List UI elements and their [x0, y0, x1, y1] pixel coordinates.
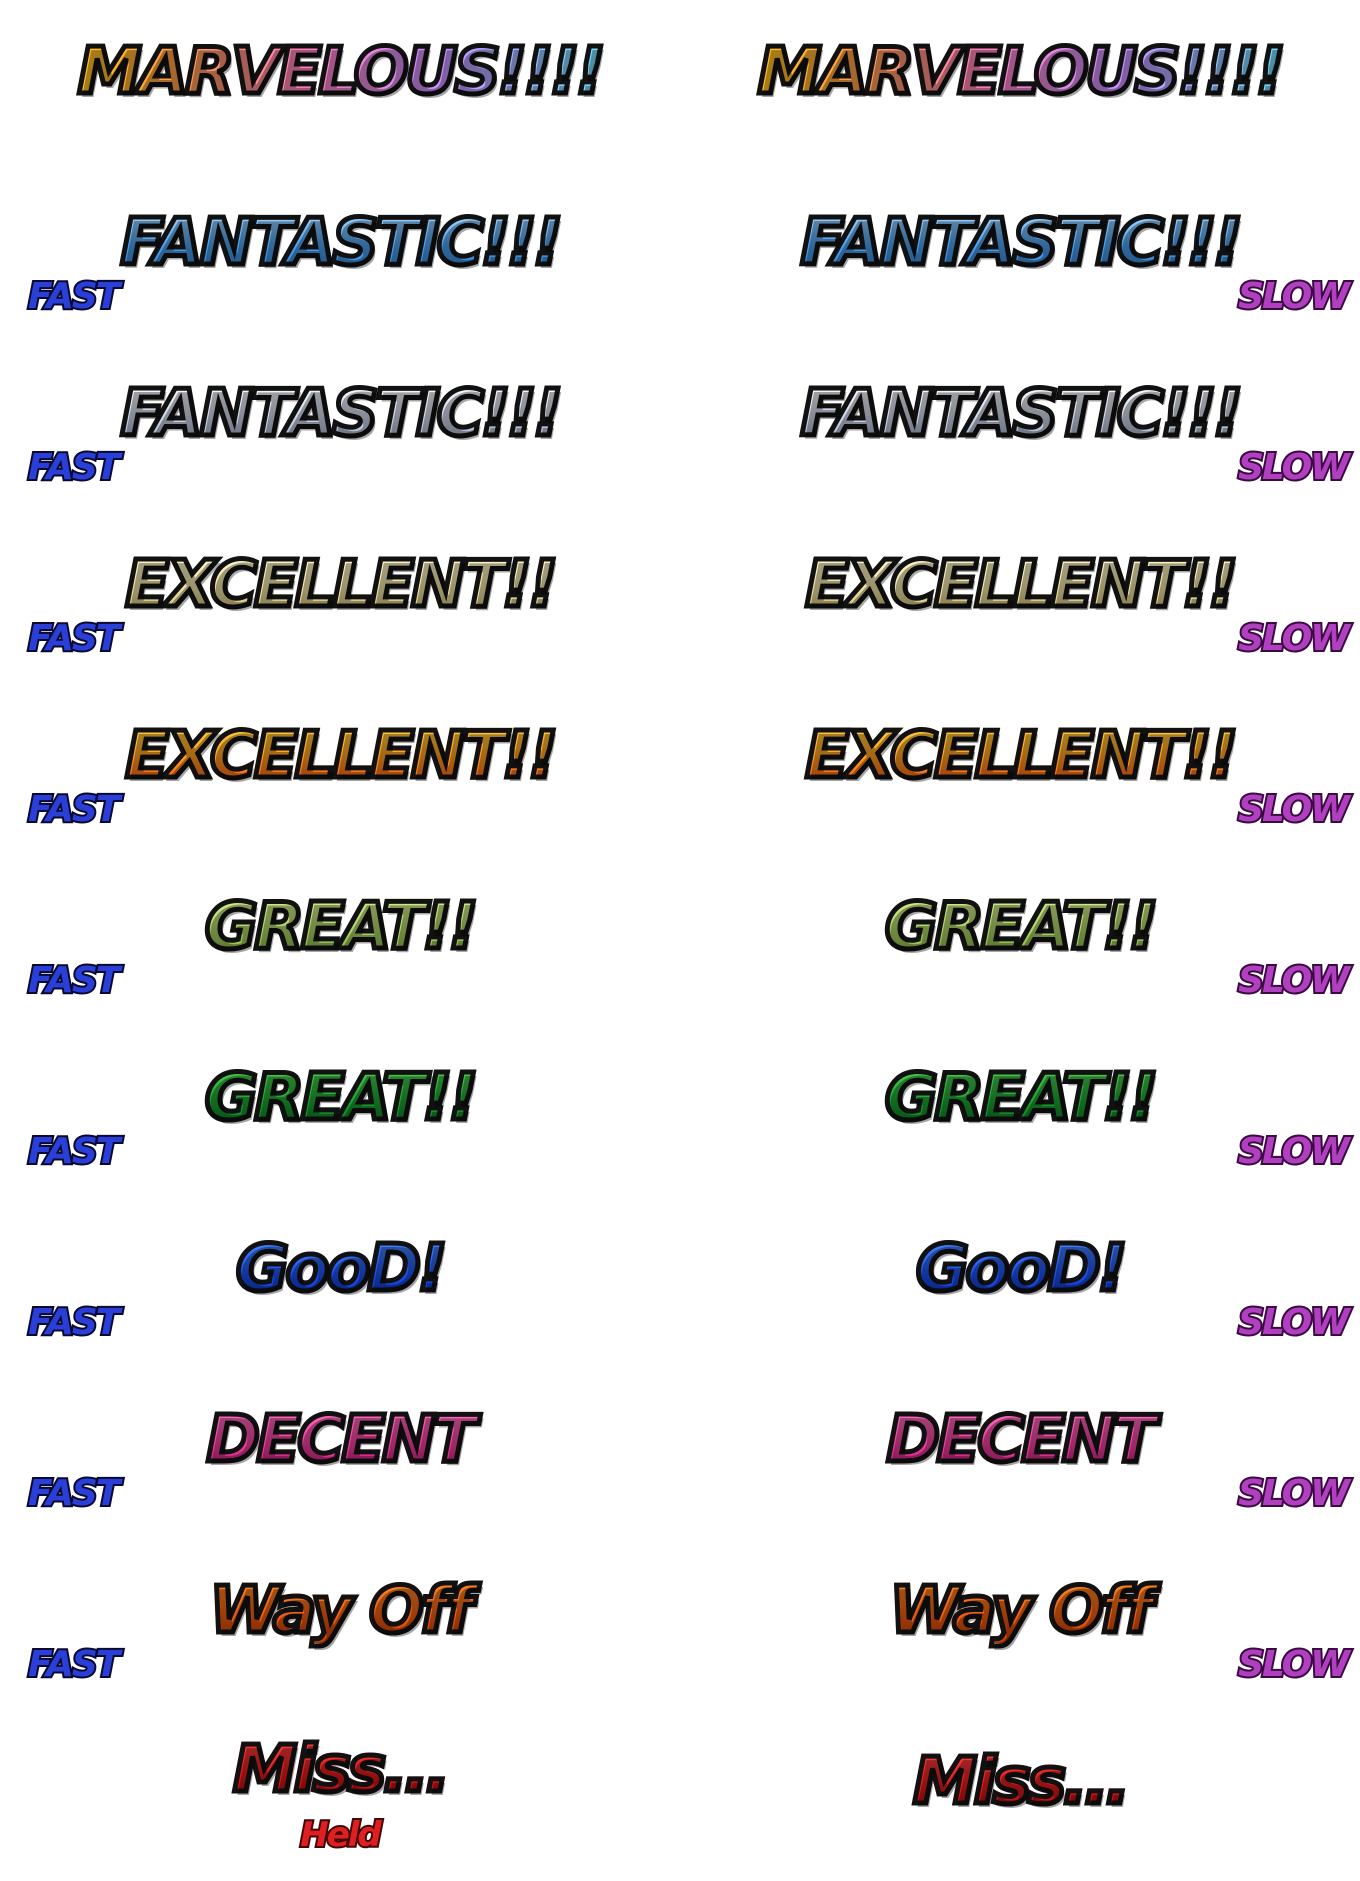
judgment-text: DECENT: [0, 1406, 680, 1475]
judgment-row-exc-pale: EXCELLENT!! SLOW: [680, 513, 1360, 684]
judgment-row-decent: DECENT SLOW: [680, 1368, 1360, 1539]
judgment-text: FANTASTIC!!!: [680, 209, 1360, 278]
fast-tag: FAST: [26, 1131, 122, 1172]
judgment-row-exc-gold: EXCELLENT!! SLOW: [680, 684, 1360, 855]
slow-tag: SLOW: [1236, 1302, 1352, 1343]
judgment-row-marv: MARVELOUS!!!!: [680, 0, 1360, 171]
slow-tag: SLOW: [1236, 1644, 1352, 1685]
fast-tag: FAST: [26, 447, 122, 488]
judgment-row-great-lime: GREAT!! SLOW: [680, 855, 1360, 1026]
judgment-row-good: GooD! FAST: [0, 1197, 680, 1368]
judgment-row-great-green: GREAT!! SLOW: [680, 1026, 1360, 1197]
judgment-row-wayoff: Way Off SLOW: [680, 1539, 1360, 1710]
judgment-column-fast: MARVELOUS!!!! FANTASTIC!!! FAST FANTASTIC!!…: [0, 0, 680, 1870]
judgment-text: Miss...: [680, 1748, 1360, 1817]
judgment-row-fant-blue: FANTASTIC!!! FAST: [0, 171, 680, 342]
judgment-text: Miss...: [0, 1736, 680, 1805]
judgment-text: FANTASTIC!!!: [680, 380, 1360, 449]
judgment-text: DECENT: [680, 1406, 1360, 1475]
slow-tag: SLOW: [1236, 1131, 1352, 1172]
judgment-column-slow: MARVELOUS!!!! FANTASTIC!!! SLOW FANTASTIC!!…: [680, 0, 1360, 1870]
judgment-text: FANTASTIC!!!: [0, 380, 680, 449]
fast-tag: FAST: [26, 1644, 122, 1685]
judgment-row-marv: MARVELOUS!!!!: [0, 0, 680, 171]
fast-tag: FAST: [26, 1302, 122, 1343]
judgment-row-miss: Miss...: [680, 1710, 1360, 1881]
judgment-text: MARVELOUS!!!!: [0, 38, 680, 107]
judgment-text: MARVELOUS!!!!: [680, 38, 1360, 107]
held-tag: Held: [298, 1815, 384, 1855]
judgment-row-exc-gold: EXCELLENT!! FAST: [0, 684, 680, 855]
fast-tag: FAST: [26, 618, 122, 659]
fast-tag: FAST: [26, 960, 122, 1001]
judgment-text: GREAT!!: [0, 893, 680, 962]
slow-tag: SLOW: [1236, 447, 1352, 488]
judgment-text: GREAT!!: [0, 1064, 680, 1133]
judgment-text: GREAT!!: [680, 893, 1360, 962]
slow-tag: SLOW: [1236, 789, 1352, 830]
slow-tag: SLOW: [1236, 276, 1352, 317]
judgment-text: EXCELLENT!!: [680, 722, 1360, 791]
judgment-text: Way Off: [680, 1577, 1360, 1646]
judgment-row-great-lime: GREAT!! FAST: [0, 855, 680, 1026]
judgment-row-good: GooD! SLOW: [680, 1197, 1360, 1368]
judgment-text: Way Off: [0, 1577, 680, 1646]
judgment-row-wayoff: Way Off FAST: [0, 1539, 680, 1710]
judgment-row-fant-blue: FANTASTIC!!! SLOW: [680, 171, 1360, 342]
judgment-text: EXCELLENT!!: [680, 551, 1360, 620]
judgment-text: GREAT!!: [680, 1064, 1360, 1133]
fast-tag: FAST: [26, 1473, 122, 1514]
judgment-text: GooD!: [680, 1235, 1360, 1304]
judgment-text: EXCELLENT!!: [0, 551, 680, 620]
judgment-text: EXCELLENT!!: [0, 722, 680, 791]
judgment-text: GooD!: [0, 1235, 680, 1304]
slow-tag: SLOW: [1236, 960, 1352, 1001]
judgment-row-fant-white: FANTASTIC!!! FAST: [0, 342, 680, 513]
judgment-row-fant-white: FANTASTIC!!! SLOW: [680, 342, 1360, 513]
fast-tag: FAST: [26, 789, 122, 830]
judgment-text: FANTASTIC!!!: [0, 209, 680, 278]
judgment-row-decent: DECENT FAST: [0, 1368, 680, 1539]
slow-tag: SLOW: [1236, 1473, 1352, 1514]
fast-tag: FAST: [26, 276, 122, 317]
judgment-row-great-green: GREAT!! FAST: [0, 1026, 680, 1197]
judgment-row-miss: Miss... Held: [0, 1710, 680, 1881]
judgment-row-exc-pale: EXCELLENT!! FAST: [0, 513, 680, 684]
slow-tag: SLOW: [1236, 618, 1352, 659]
